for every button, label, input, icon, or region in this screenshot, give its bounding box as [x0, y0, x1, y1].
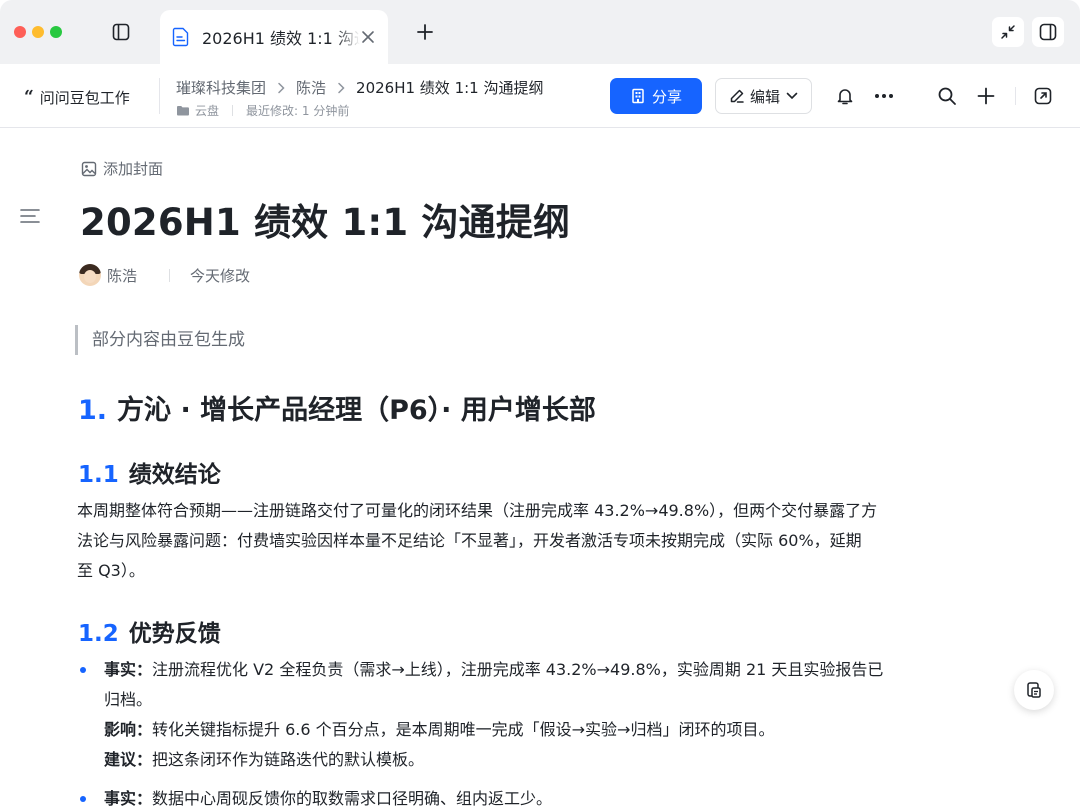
paragraph-line: 至 Q3）。	[77, 561, 145, 580]
edit-label: 编辑	[749, 87, 780, 106]
tab-document[interactable]: 2026H1 绩效 1:1 沟通提纲	[160, 10, 388, 64]
chevron-down-icon	[786, 92, 798, 100]
divider	[169, 268, 171, 282]
bullet-line: 事实：数据中心周砚反馈你的取数需求口径明确、组内返工少。	[104, 784, 1000, 812]
divider	[232, 105, 234, 116]
tab-bar: 2026H1 绩效 1:1 沟通提纲	[0, 0, 1080, 64]
heading-text: 优势反馈	[128, 621, 221, 647]
edit-mode-dropdown[interactable]: 编辑	[715, 78, 812, 114]
close-window-button[interactable]	[14, 26, 26, 38]
add-cover-label: 添加封面	[103, 160, 164, 178]
ask-doubao-button[interactable]: “ 问问豆包工作	[24, 86, 130, 108]
heading-2-conclusion: 1.1 绩效结论	[78, 455, 221, 489]
bullet-label: 影响：	[104, 720, 153, 739]
app-window: 2026H1 绩效 1:1 沟通提纲 “ 问问豆包工作 璀璨科技集团 陈浩 20…	[0, 0, 1080, 812]
open-external-icon[interactable]	[1032, 85, 1054, 107]
breadcrumb-item-org[interactable]: 璀璨科技集团	[176, 77, 266, 98]
copy-doc-icon	[1027, 682, 1041, 698]
divider	[159, 78, 160, 114]
bullet-text: 注册流程优化 V2 全程负责（需求→上线），注册完成率 43.2%→49.8%，…	[152, 660, 884, 679]
pencil-icon	[729, 88, 745, 104]
image-icon	[81, 161, 97, 177]
outline-list-icon[interactable]	[20, 207, 40, 225]
tab-title: 2026H1 绩效 1:1 沟通提纲	[202, 29, 360, 48]
breadcrumb-item-doc[interactable]: 2026H1 绩效 1:1 沟通提纲	[356, 77, 543, 98]
building-icon	[630, 88, 646, 104]
heading-text: 方沁 · 增长产品经理（P6）· 用户增长部	[117, 395, 596, 426]
floating-action-button[interactable]	[1014, 670, 1054, 710]
bullet-line: 归档。	[104, 685, 1000, 715]
doc-meta: 云盘 最近修改: 1 分钟前	[176, 102, 349, 119]
author-row: 陈浩 今天修改	[79, 264, 250, 286]
breadcrumb-item-user[interactable]: 陈浩	[296, 77, 326, 98]
bullet-line: 影响：转化关键指标提升 6.6 个百分点，是本周期唯一完成「假设→实验→归档」闭…	[104, 715, 1000, 745]
side-panel-icon[interactable]	[1032, 17, 1064, 47]
bullet-text: 数据中心周砚反馈你的取数需求口径明确、组内返工少。	[152, 789, 553, 808]
sidebar-toggle-icon[interactable]	[110, 21, 132, 43]
heading-2-strengths: 1.2 优势反馈	[78, 614, 221, 648]
heading-number: 1.	[78, 395, 108, 426]
doc-header: “ 问问豆包工作 璀璨科技集团 陈浩 2026H1 绩效 1:1 沟通提纲 云盘…	[0, 64, 1080, 128]
heading-number: 1.1	[78, 462, 119, 488]
chevron-right-icon	[337, 82, 345, 94]
tab-close-icon[interactable]	[360, 29, 376, 45]
plus-icon[interactable]	[975, 85, 997, 107]
author-name[interactable]: 陈浩	[107, 265, 137, 286]
more-icon[interactable]	[873, 85, 895, 107]
bullet-label: 事实：	[104, 660, 153, 679]
bullet-dot	[80, 667, 86, 673]
ai-generated-callout: 部分内容由豆包生成	[75, 325, 245, 355]
chevron-right-icon	[277, 82, 285, 94]
share-label: 分享	[651, 88, 682, 106]
bullet-label: 建议：	[104, 750, 153, 769]
doc-title[interactable]: 2026H1 绩效 1:1 沟通提纲	[80, 192, 570, 246]
add-cover-button[interactable]: 添加封面	[81, 158, 163, 179]
bullet-line: 建议：把这条闭环作为链路迭代的默认模板。	[104, 745, 1000, 775]
heading-text: 绩效结论	[128, 462, 221, 488]
avatar[interactable]	[79, 264, 101, 286]
heading-number: 1.2	[78, 621, 119, 647]
last-modified-label: 最近修改: 1 分钟前	[246, 104, 350, 118]
location-label[interactable]: 云盘	[195, 102, 219, 119]
modified-label: 今天修改	[190, 266, 251, 285]
minimize-window-button[interactable]	[32, 26, 44, 38]
heading-1: 1. 方沁 · 增长产品经理（P6）· 用户增长部	[78, 388, 596, 427]
ask-doubao-label: 问问豆包工作	[39, 88, 130, 107]
bell-icon[interactable]	[834, 85, 856, 107]
bullet-line: 事实：注册流程优化 V2 全程负责（需求→上线），注册完成率 43.2%→49.…	[104, 655, 1000, 685]
conclusion-paragraph: 本周期整体符合预期——注册链路交付了可量化的闭环结果（注册完成率 43.2%→4…	[77, 496, 997, 586]
bullet-text: 归档。	[104, 690, 153, 709]
bullet-text: 把这条闭环作为链路迭代的默认模板。	[152, 750, 425, 769]
bullet-dot	[80, 796, 86, 802]
search-icon[interactable]	[936, 85, 958, 107]
bullet-label: 事实：	[104, 789, 153, 808]
quote-icon: “	[24, 87, 34, 107]
breadcrumb: 璀璨科技集团 陈浩 2026H1 绩效 1:1 沟通提纲	[176, 77, 543, 98]
share-button[interactable]: 分享	[610, 78, 702, 114]
doc-file-icon	[172, 27, 190, 47]
maximize-window-button[interactable]	[50, 26, 62, 38]
divider	[1015, 87, 1016, 105]
folder-icon	[176, 105, 190, 116]
paragraph-line: 法论与风险暴露问题：付费墙实验因样本量不足结论「不显著」，开发者激活专项未按期完…	[77, 531, 862, 550]
paragraph-line: 本周期整体符合预期——注册链路交付了可量化的闭环结果（注册完成率 43.2%→4…	[77, 501, 878, 520]
collapse-window-icon[interactable]	[992, 17, 1024, 47]
new-tab-plus-icon[interactable]	[414, 21, 436, 43]
bullet-text: 转化关键指标提升 6.6 个百分点，是本周期唯一完成「假设→实验→归档」闭环的项…	[152, 720, 775, 739]
